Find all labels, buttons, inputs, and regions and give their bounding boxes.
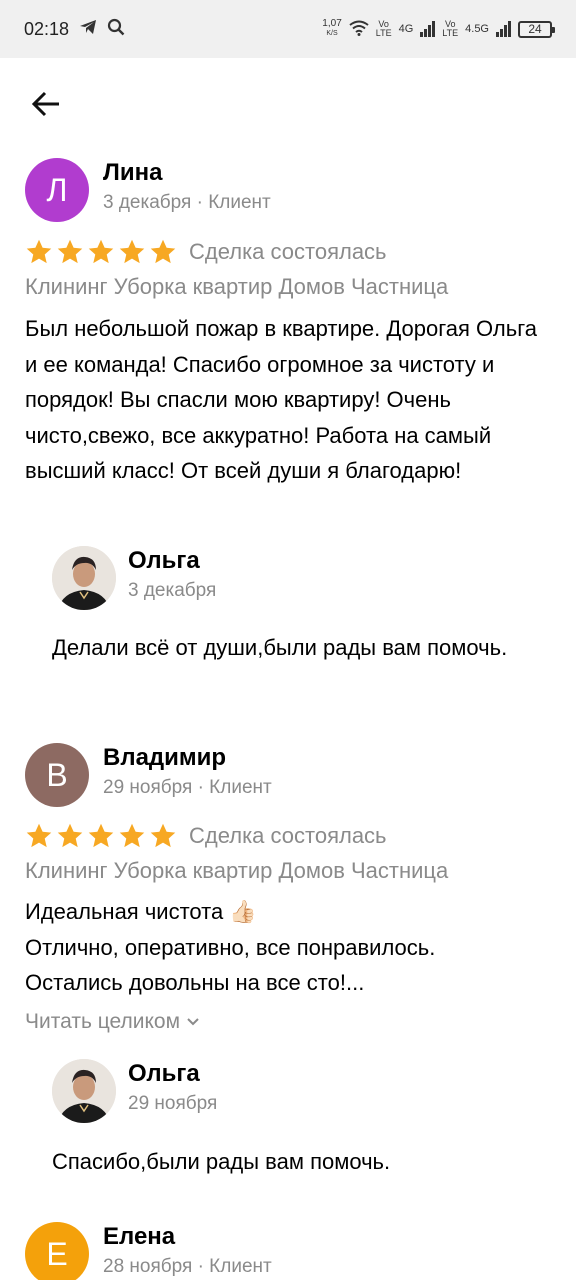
star-rating bbox=[25, 238, 177, 266]
star-icon bbox=[26, 239, 52, 264]
avatar: Л bbox=[25, 158, 89, 222]
owner-avatar bbox=[52, 1059, 116, 1123]
read-more-label: Читать целиком bbox=[25, 1010, 181, 1033]
author-name: Елена bbox=[103, 1223, 176, 1250]
star-icon bbox=[88, 239, 114, 264]
star-icon bbox=[150, 239, 176, 264]
deal-status: Сделка состоялась bbox=[189, 823, 387, 848]
star-icon bbox=[26, 823, 52, 848]
avatar: В bbox=[25, 743, 89, 807]
status-bar: 02:18 1,07 K/S Vo LTE 4G Vo LTE 4.5G 24 bbox=[0, 0, 576, 58]
net-speed: 1,07 K/S bbox=[322, 18, 342, 38]
star-icon bbox=[88, 823, 114, 848]
telegram-icon bbox=[79, 19, 97, 40]
signal-icon-2 bbox=[496, 21, 511, 37]
owner-reply: Ольга 3 декабря bbox=[52, 546, 216, 610]
review-author[interactable]: Л Лина 3 декабря · Клиент bbox=[25, 158, 271, 222]
reply-text: Спасибо,были рады вам помочь. bbox=[52, 1149, 391, 1174]
arrow-left-icon bbox=[31, 91, 59, 117]
review-meta: 28 ноября · Клиент bbox=[103, 1256, 272, 1277]
reply-text: Делали всё от души,были рады вам помочь. bbox=[52, 635, 508, 660]
owner-name: Ольга bbox=[128, 1060, 200, 1087]
review-author[interactable]: В Владимир 29 ноября · Клиент bbox=[25, 743, 272, 807]
author-name: Владимир bbox=[103, 744, 227, 771]
rating-row: Сделка состоялась bbox=[25, 238, 387, 266]
review-author[interactable]: Е Елена 28 ноября · Клиент bbox=[25, 1222, 272, 1280]
star-icon bbox=[150, 823, 176, 848]
chevron-down-icon bbox=[187, 1018, 199, 1026]
review-text: Был небольшой пожар в квартире. Дорогая … bbox=[25, 316, 537, 483]
review-text: Идеальная чистота 👍🏻 Отлично, оперативно… bbox=[25, 899, 436, 995]
rating-row: Сделка состоялась bbox=[25, 822, 387, 850]
avatar: Е bbox=[25, 1222, 89, 1280]
deal-status: Сделка состоялась bbox=[189, 239, 387, 264]
read-more-link[interactable]: Читать целиком bbox=[25, 1010, 200, 1034]
service-name[interactable]: Клининг Уборка квартир Домов Частница bbox=[25, 274, 448, 300]
volte-badge: Vo LTE bbox=[375, 19, 392, 38]
search-icon bbox=[107, 18, 125, 41]
review-meta: 29 ноября · Клиент bbox=[103, 777, 272, 798]
reply-date: 3 декабря bbox=[128, 580, 217, 601]
owner-avatar bbox=[52, 546, 116, 610]
review-meta: 3 декабря · Клиент bbox=[103, 192, 271, 213]
sim1-network: 4G bbox=[398, 23, 414, 35]
service-name[interactable]: Клининг Уборка квартир Домов Частница bbox=[25, 858, 448, 884]
status-time: 02:18 bbox=[24, 18, 70, 39]
signal-icon bbox=[420, 21, 436, 37]
star-icon bbox=[57, 239, 83, 264]
back-button[interactable] bbox=[26, 84, 66, 124]
author-name: Лина bbox=[103, 159, 163, 186]
wifi-icon bbox=[349, 20, 369, 39]
owner-reply: Ольга 29 ноября bbox=[52, 1059, 217, 1123]
owner-name: Ольга bbox=[128, 547, 200, 574]
battery-icon: 24 bbox=[518, 20, 555, 38]
star-rating bbox=[25, 822, 177, 850]
sim2-network: 4.5G bbox=[465, 23, 489, 35]
star-icon bbox=[57, 823, 83, 848]
star-icon bbox=[119, 239, 145, 264]
volte-badge-2: Vo LTE bbox=[442, 19, 459, 38]
star-icon bbox=[119, 823, 145, 848]
reply-date: 29 ноября bbox=[128, 1093, 218, 1114]
